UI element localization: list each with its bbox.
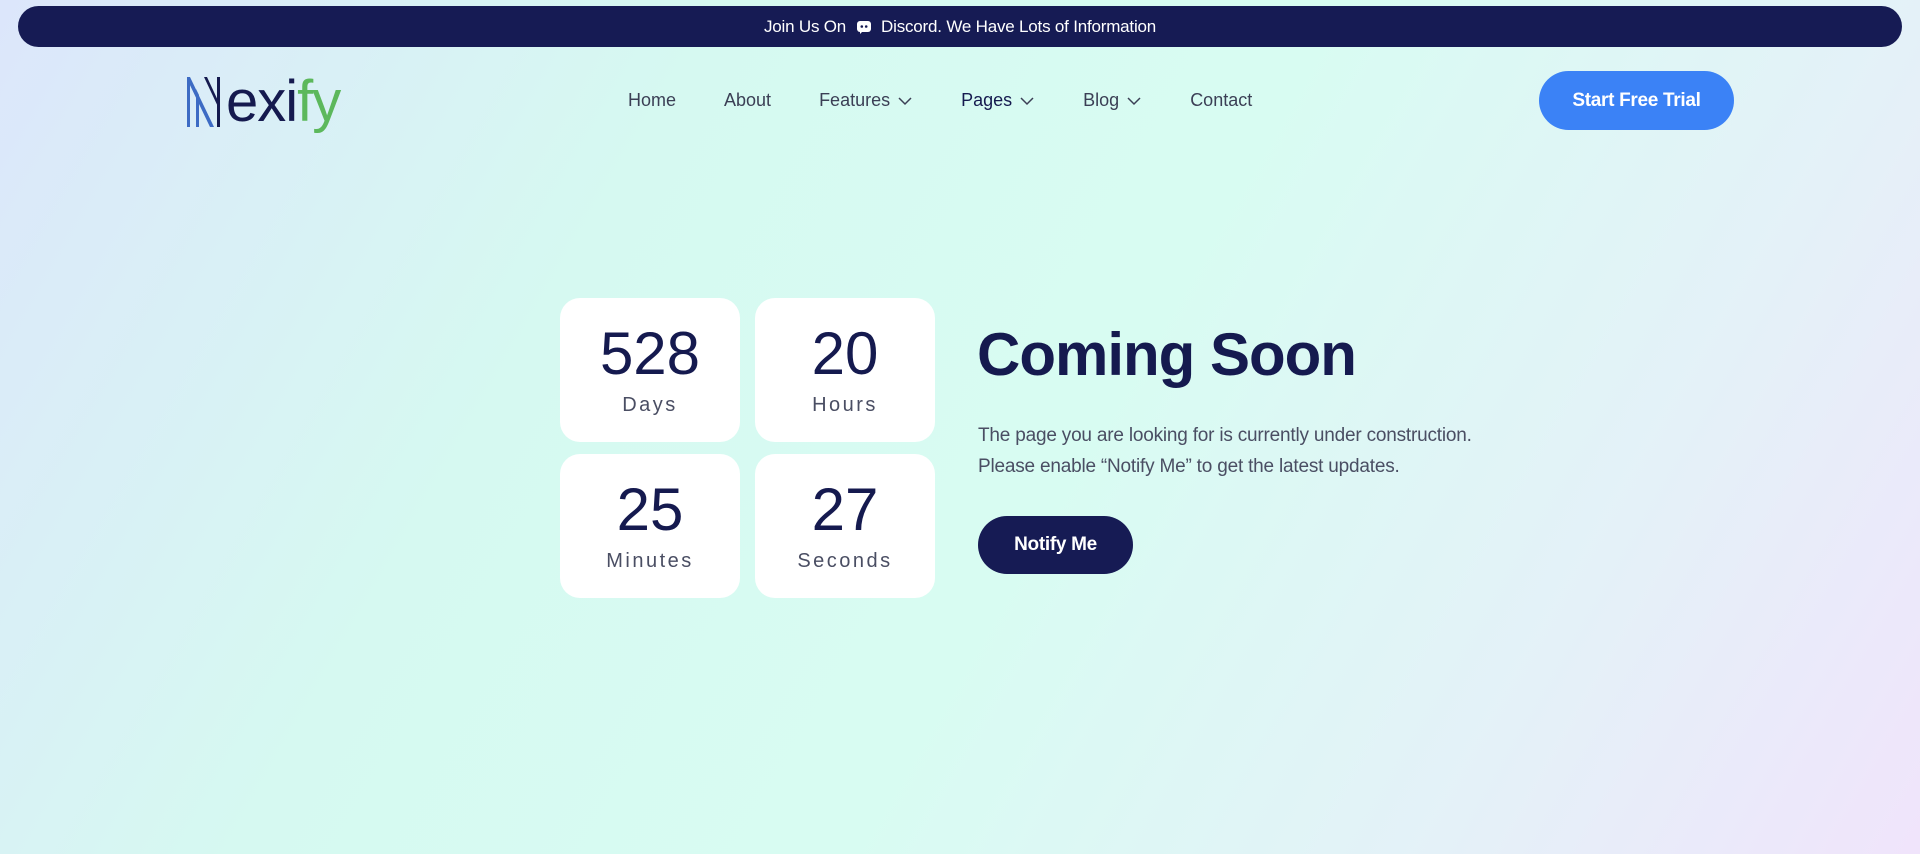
page-title: Coming Soon [977, 321, 1357, 388]
hero-description: The page you are looking for is currentl… [978, 420, 1498, 482]
announcement-prefix: Join Us On [763, 16, 847, 36]
discord-icon[interactable] [855, 18, 873, 36]
countdown-value: 20 [811, 320, 879, 387]
nav-label: Pages [961, 90, 1013, 110]
countdown-value: 528 [599, 320, 701, 387]
logo-text-green: fy [297, 69, 341, 134]
countdown-label: Minutes [606, 550, 694, 572]
logo-n-icon [187, 77, 220, 127]
chevron-down-icon [1127, 96, 1141, 105]
chevron-down-icon [898, 96, 912, 105]
nav-item-contact[interactable]: Contact [1190, 90, 1252, 111]
nav-item-pages[interactable]: Pages [961, 90, 1035, 111]
nav-label: Features [819, 90, 891, 110]
countdown-value: 27 [811, 476, 879, 543]
nav-item-home[interactable]: Home [628, 90, 676, 111]
logo-text-dark: exi [226, 69, 298, 134]
countdown-value: 25 [616, 476, 684, 543]
countdown-seconds: 27 Seconds [755, 454, 935, 598]
nav-item-about[interactable]: About [724, 90, 771, 111]
start-free-trial-button[interactable]: Start Free Trial [1539, 71, 1734, 130]
countdown-minutes: 25 Minutes [560, 454, 740, 598]
countdown-days: 528 Days [560, 298, 740, 442]
countdown-label: Hours [812, 394, 878, 416]
nav-item-features[interactable]: Features [819, 90, 913, 111]
chevron-down-icon [1020, 96, 1034, 105]
nav-label: About [724, 90, 772, 110]
description-line: Please enable “Notify Me” to get the lat… [978, 456, 1400, 477]
nav-label: Blog [1083, 90, 1120, 110]
notify-me-button[interactable]: Notify Me [978, 516, 1133, 574]
brand-logo[interactable]: exi fy [184, 69, 341, 134]
nav-item-blog[interactable]: Blog [1083, 90, 1142, 111]
main-nav: Home About Features Pages Blog Contact [628, 90, 1300, 111]
countdown-label: Days [622, 394, 678, 416]
description-line: The page you are looking for is currentl… [978, 425, 1472, 446]
countdown-hours: 20 Hours [755, 298, 935, 442]
announcement-link[interactable]: Discord. We Have Lots of Information [881, 17, 1156, 37]
countdown-label: Seconds [797, 550, 893, 572]
nav-label: Contact [1190, 90, 1253, 110]
site-header: exi fy Home About Features Pages Blog Con… [0, 60, 1920, 140]
announcement-bar: Join Us On Discord. We Have Lots of Info… [18, 6, 1902, 47]
nav-label: Home [628, 90, 677, 110]
